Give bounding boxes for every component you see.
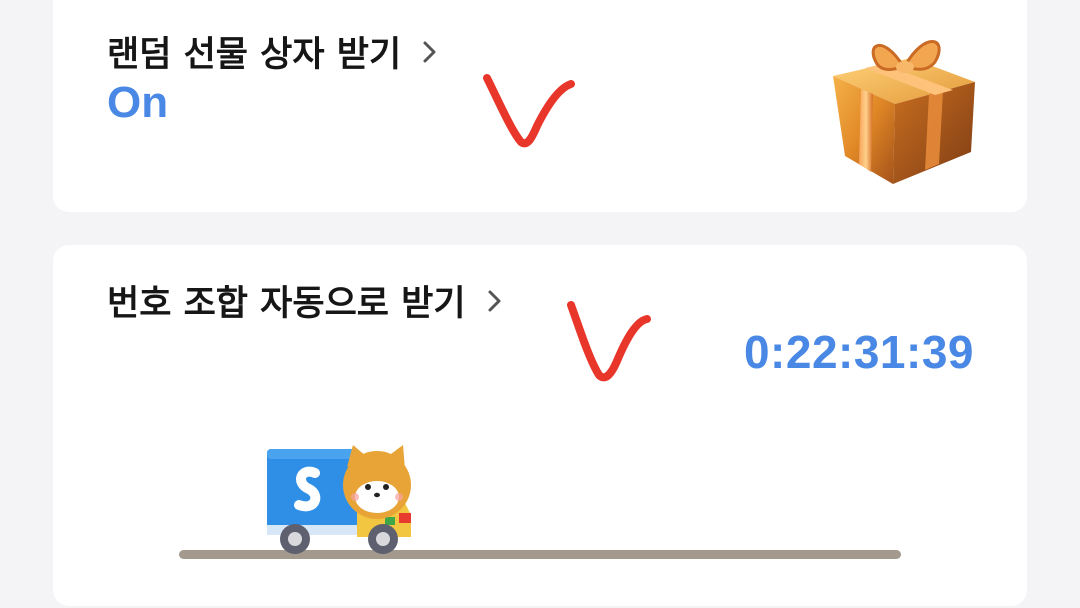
countdown-timer: 0:22:31:39 xyxy=(743,326,974,378)
random-gift-box-title-row[interactable]: 랜덤 선물 상자 받기 xyxy=(107,26,441,77)
auto-number-combination-title: 번호 조합 자동으로 받기 xyxy=(107,284,466,324)
chevron-right-icon xyxy=(423,41,436,62)
check-mark-icon xyxy=(483,74,575,148)
auto-number-combination-title-row[interactable]: 번호 조합 자동으로 받기 xyxy=(107,275,506,326)
delivery-truck-icon xyxy=(267,445,411,554)
chevron-right-icon xyxy=(488,290,501,311)
gift-box-icon xyxy=(833,40,975,184)
check-mark-icon xyxy=(567,301,651,382)
random-gift-box-card[interactable]: 랜덤 선물 상자 받기 On xyxy=(53,0,1027,212)
random-gift-box-title: 랜덤 선물 상자 받기 xyxy=(107,35,402,75)
random-gift-box-status: On xyxy=(107,78,169,127)
auto-number-combination-card[interactable]: 번호 조합 자동으로 받기 0:22:31:39 xyxy=(53,245,1027,606)
